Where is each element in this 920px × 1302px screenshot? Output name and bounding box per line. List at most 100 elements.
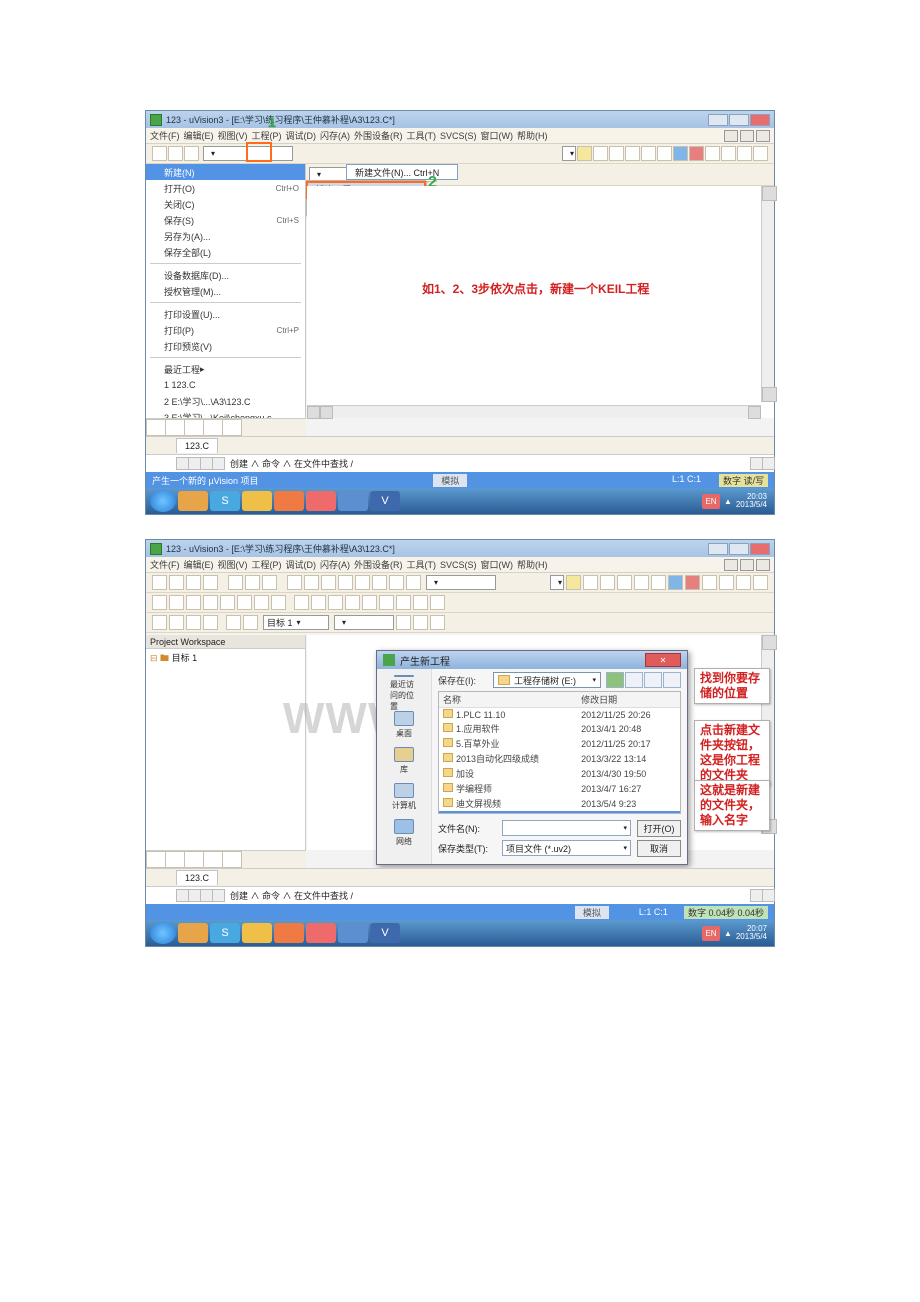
tool-icon[interactable] xyxy=(345,595,360,610)
menu-peripherals[interactable]: 外围设备(R) xyxy=(354,129,403,142)
mdi-close[interactable] xyxy=(756,559,770,571)
tool-icon[interactable] xyxy=(321,575,336,590)
mdi-min[interactable] xyxy=(724,130,738,142)
task-icon[interactable] xyxy=(178,491,208,511)
build-icon[interactable] xyxy=(721,146,736,161)
dialog-close-button[interactable]: ✕ xyxy=(645,653,681,667)
tool-icon[interactable] xyxy=(396,615,411,630)
file-saveas-item[interactable]: 另存为(A)... xyxy=(146,228,305,244)
mdi-close[interactable] xyxy=(756,130,770,142)
tool-icon[interactable] xyxy=(262,575,277,590)
task-icon[interactable]: V xyxy=(370,923,400,943)
proj-tab[interactable] xyxy=(184,851,204,868)
menu-new-header[interactable]: 新建(N) xyxy=(146,164,305,180)
proj-tab-1[interactable] xyxy=(146,419,166,436)
open-button[interactable]: 打开(O) xyxy=(637,820,681,837)
print-setup-item[interactable]: 打印设置(U)... xyxy=(146,306,305,322)
tool-icon[interactable] xyxy=(169,575,184,590)
output-scroll-r[interactable] xyxy=(762,889,775,902)
tool-icon[interactable] xyxy=(152,595,167,610)
proj-tab[interactable] xyxy=(146,851,166,868)
places-computer[interactable]: 计算机 xyxy=(390,783,418,811)
bookmark-icon[interactable] xyxy=(625,146,640,161)
dl-icon[interactable] xyxy=(753,146,768,161)
list-item[interactable]: 1.PLC 11.102012/11/25 20:26 xyxy=(439,708,680,722)
nav-fwd-icon[interactable] xyxy=(609,146,624,161)
tool-icon[interactable] xyxy=(254,595,269,610)
output-tabs-label[interactable]: 创建 ∧ 命令 ∧ 在文件中查找 / xyxy=(230,889,353,902)
menu-svcs[interactable]: SVCS(S) xyxy=(440,560,477,570)
tool-icon[interactable] xyxy=(702,575,717,590)
close-button[interactable] xyxy=(750,543,770,555)
target-combo[interactable]: 目标 1 xyxy=(263,615,329,630)
back-button-icon[interactable] xyxy=(606,672,624,688)
clock[interactable]: 20:032013/5/4 xyxy=(736,493,770,509)
tool-icon[interactable] xyxy=(169,615,184,630)
editor-tab-file[interactable]: 123.C xyxy=(176,438,218,453)
max-button[interactable] xyxy=(729,114,749,126)
menu-flash[interactable]: 闪存(A) xyxy=(320,129,350,142)
tool-icon[interactable] xyxy=(355,575,370,590)
menu-view[interactable]: 视图(V) xyxy=(218,558,248,571)
tool-icon[interactable] xyxy=(311,595,326,610)
task-icon[interactable] xyxy=(306,491,336,511)
recent-proj-item[interactable]: 最近工程 xyxy=(146,361,305,377)
tool-icon[interactable] xyxy=(362,595,377,610)
folder-listing[interactable]: 名称修改日期 1.PLC 11.102012/11/25 20:261.应用软件… xyxy=(438,691,681,814)
menu-window[interactable]: 窗口(W) xyxy=(481,558,514,571)
find-icon[interactable] xyxy=(577,146,592,161)
proj-tab-3[interactable] xyxy=(184,419,204,436)
tool-icon[interactable] xyxy=(634,575,649,590)
up-button-icon[interactable] xyxy=(625,672,643,688)
task-icon[interactable] xyxy=(178,923,208,943)
editor-vscroll[interactable] xyxy=(761,186,774,402)
tool-icon[interactable] xyxy=(271,595,286,610)
tool-icon[interactable] xyxy=(583,575,598,590)
mdi-max[interactable] xyxy=(740,559,754,571)
proj-tab[interactable] xyxy=(203,851,223,868)
proj-tab-2[interactable] xyxy=(165,419,185,436)
menu-flash[interactable]: 闪存(A) xyxy=(320,558,350,571)
menu-project[interactable]: 工程(P) xyxy=(252,558,282,571)
file-saveall-item[interactable]: 保存全部(L) xyxy=(146,244,305,260)
task-icon[interactable] xyxy=(242,923,272,943)
start-button[interactable] xyxy=(150,490,176,512)
debug-icon[interactable] xyxy=(673,146,688,161)
menu-file[interactable]: 文件(F) xyxy=(150,558,180,571)
max-button[interactable] xyxy=(729,543,749,555)
col-name[interactable]: 名称 xyxy=(439,692,577,708)
find-combo[interactable] xyxy=(562,146,576,161)
menu-edit[interactable]: 编辑(E) xyxy=(184,558,214,571)
tool-new-icon[interactable] xyxy=(152,146,167,161)
tool-open-icon[interactable] xyxy=(168,146,183,161)
license-item[interactable]: 授权管理(M)... xyxy=(146,283,305,299)
tool-icon[interactable] xyxy=(220,595,235,610)
file-open-item[interactable]: 打开(O)Ctrl+O xyxy=(146,180,305,196)
config-combo[interactable] xyxy=(334,615,394,630)
tool-icon[interactable] xyxy=(372,575,387,590)
tool-icon[interactable] xyxy=(430,615,445,630)
mdi-min[interactable] xyxy=(724,559,738,571)
tool-icon[interactable] xyxy=(228,575,243,590)
filetype-combo[interactable]: 项目文件 (*.uv2) xyxy=(502,840,631,856)
tool-icon[interactable] xyxy=(617,575,632,590)
tool-save-icon[interactable] xyxy=(184,146,199,161)
print-preview-item[interactable]: 打印预览(V) xyxy=(146,338,305,354)
task-icon[interactable] xyxy=(338,491,368,511)
file-save-item[interactable]: 保存(S)Ctrl+S xyxy=(146,212,305,228)
project-tree[interactable]: ⊟ 🖿 目标 1 xyxy=(146,649,305,669)
lang-indicator[interactable]: EN xyxy=(702,494,720,509)
proj-tab-5[interactable] xyxy=(222,419,242,436)
list-item[interactable]: KEIL练习2013/5/4 20:06 xyxy=(439,811,680,814)
tool-icon[interactable] xyxy=(226,615,241,630)
task-icon[interactable] xyxy=(306,923,336,943)
tool-icon[interactable] xyxy=(287,575,302,590)
stop-icon[interactable] xyxy=(689,146,704,161)
list-item[interactable]: 5.百草外业2012/11/25 20:17 xyxy=(439,736,680,751)
menu-tools[interactable]: 工具(T) xyxy=(407,129,437,142)
tool-icon[interactable] xyxy=(243,615,258,630)
tool-icon[interactable] xyxy=(413,595,428,610)
tool-icon[interactable] xyxy=(379,595,394,610)
tool-icon[interactable] xyxy=(719,575,734,590)
menu-edit[interactable]: 编辑(E) xyxy=(184,129,214,142)
